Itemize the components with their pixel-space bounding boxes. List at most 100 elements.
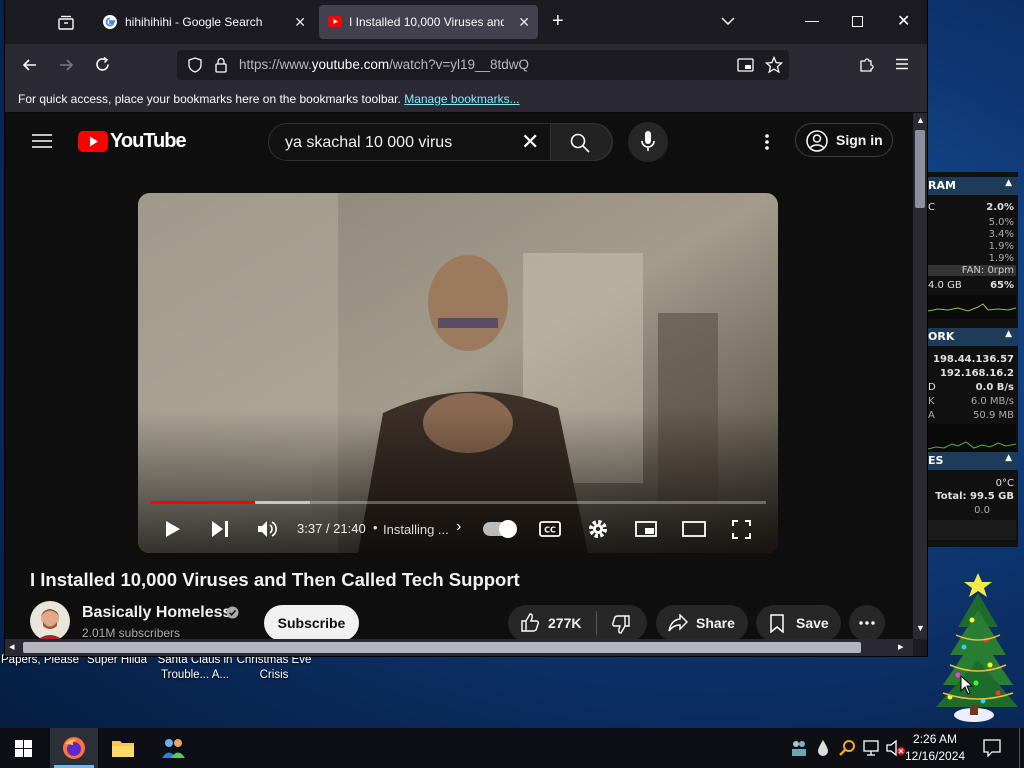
firefox-icon — [63, 737, 85, 759]
tray-droplet-icon[interactable] — [817, 739, 829, 757]
new-tab-icon[interactable]: + — [552, 10, 564, 33]
bookmarks-hint: For quick access, place your bookmarks h… — [18, 92, 401, 106]
search-button[interactable] — [550, 123, 612, 161]
firefox-window: hihihihihi - Google Search ✕ I Installed… — [5, 0, 927, 656]
thumbs-up-icon[interactable] — [520, 613, 540, 633]
theater-mode-icon[interactable] — [682, 521, 706, 537]
tab-overview-icon[interactable] — [58, 14, 74, 30]
search-input[interactable]: ya skachal 10 000 virus — [285, 134, 452, 152]
settings-gear-icon[interactable] — [587, 518, 609, 540]
hamburger-menu-icon[interactable] — [32, 133, 52, 149]
vertical-scrollbar[interactable]: ▲ ▼ — [913, 113, 927, 639]
chapter-separator: • — [373, 520, 378, 535]
video-player[interactable]: 3:37 / 21:40 • Installing ... › CC — [138, 193, 778, 553]
save-button[interactable]: Save — [756, 605, 841, 639]
reload-icon[interactable] — [94, 56, 111, 73]
scroll-left-icon[interactable]: ◂ — [9, 640, 15, 653]
youtube-favicon-icon — [328, 16, 342, 27]
widget-row: K 6.0 MB/s — [928, 396, 1014, 407]
miniplayer-icon[interactable] — [635, 521, 657, 537]
share-button[interactable]: Share — [656, 605, 748, 639]
chevron-down-icon[interactable] — [721, 16, 735, 26]
taskbar-file-explorer[interactable] — [99, 728, 147, 768]
hscroll-thumb[interactable] — [23, 642, 861, 653]
tray-network-people-icon[interactable] — [790, 739, 808, 757]
scroll-up-icon[interactable]: ▲ — [916, 115, 925, 125]
chapter-title[interactable]: Installing ... — [383, 522, 449, 537]
tray-network-icon[interactable] — [862, 739, 880, 757]
collapse-icon[interactable]: ▲ — [1005, 453, 1012, 463]
chapter-chevron-icon[interactable]: › — [456, 518, 461, 536]
tray-volume-muted-icon[interactable] — [886, 739, 906, 757]
channel-avatar[interactable] — [30, 601, 70, 639]
scroll-right-icon[interactable]: ▸ — [898, 640, 904, 653]
close-window-icon[interactable]: ✕ — [897, 11, 910, 31]
google-icon — [103, 15, 117, 29]
collapse-icon[interactable]: ▲ — [1005, 329, 1012, 339]
tray-search-icon[interactable] — [838, 739, 856, 757]
minimize-icon[interactable]: — — [805, 12, 819, 28]
tab-youtube[interactable]: I Installed 10,000 Viruses and Th ✕ — [319, 5, 538, 39]
widget-row: 1.9% — [988, 253, 1014, 264]
desktop-icon-christmas-eve-crisis[interactable]: Christmas Eve Crisis — [234, 653, 314, 683]
close-tab-icon[interactable]: ✕ — [518, 14, 530, 31]
search-box[interactable]: ya skachal 10 000 virus ✕ — [268, 123, 613, 161]
notifications-icon[interactable] — [983, 739, 1001, 757]
more-actions-button[interactable] — [849, 605, 885, 639]
widget-row: 4.0 GB 65% — [928, 280, 1014, 291]
tab-google-search[interactable]: hihihihihi - Google Search ✕ — [94, 5, 314, 39]
clock-date: 12/16/2024 — [905, 749, 966, 763]
share-icon — [668, 614, 688, 632]
people-icon — [162, 739, 185, 758]
close-tab-icon[interactable]: ✕ — [294, 14, 306, 31]
subscribe-button[interactable]: Subscribe — [264, 605, 359, 639]
lock-icon[interactable] — [214, 57, 228, 73]
extensions-icon[interactable] — [858, 56, 875, 73]
volume-icon[interactable] — [257, 519, 279, 539]
desktop-icon-santa-claus[interactable]: Santa Claus in Trouble... A... — [155, 653, 235, 683]
scroll-thumb[interactable] — [915, 130, 925, 208]
autoplay-toggle[interactable] — [483, 520, 517, 538]
channel-name[interactable]: Basically Homeless — [82, 604, 231, 622]
widget-row: Total: 99.5 GB — [935, 491, 1014, 502]
sign-in-button[interactable]: Sign in — [795, 123, 893, 157]
taskbar-clock[interactable]: 2:26 AM 12/16/2024 — [905, 731, 965, 765]
mouse-cursor-icon — [960, 675, 974, 695]
show-desktop-button[interactable] — [1019, 728, 1020, 768]
thumbs-down-icon[interactable] — [611, 614, 631, 634]
collapse-icon[interactable]: ▲ — [1005, 178, 1012, 188]
maximize-icon[interactable] — [852, 16, 863, 27]
played-bar — [150, 501, 255, 504]
more-options-icon[interactable] — [764, 133, 770, 151]
back-icon[interactable] — [22, 57, 38, 73]
time-display: 3:37 / 21:40 — [297, 521, 366, 536]
captions-icon[interactable]: CC — [539, 521, 561, 537]
horizontal-scrollbar[interactable]: ◂ ▸ — [5, 639, 913, 656]
next-icon[interactable] — [211, 520, 229, 538]
manage-bookmarks-link[interactable]: Manage bookmarks... — [404, 92, 519, 106]
menu-icon[interactable] — [895, 58, 909, 70]
christmas-tree-icon — [936, 573, 1018, 722]
taskbar-app[interactable] — [148, 728, 196, 768]
url-bar[interactable]: https://www.youtube.com/watch?v=yl19__8t… — [177, 50, 789, 80]
tab-title: hihihihihi - Google Search — [125, 15, 263, 29]
bookmark-star-icon[interactable] — [765, 56, 783, 74]
youtube-logo-text: YouTube — [110, 130, 187, 152]
voice-search-button[interactable] — [628, 122, 668, 162]
windows-start-icon[interactable] — [15, 740, 32, 757]
fullscreen-icon[interactable] — [732, 520, 751, 539]
like-count[interactable]: 277K — [548, 615, 581, 631]
taskbar-firefox[interactable] — [50, 728, 98, 768]
picture-in-picture-icon[interactable] — [737, 57, 754, 73]
search-icon — [570, 133, 590, 153]
shield-icon[interactable] — [187, 57, 203, 73]
progress-bar[interactable] — [150, 501, 766, 504]
ram-graph — [928, 295, 1016, 319]
play-icon[interactable] — [165, 520, 181, 538]
forward-icon[interactable] — [58, 57, 74, 73]
url-text[interactable]: https://www.youtube.com/watch?v=yl19__8t… — [239, 57, 529, 72]
scroll-down-icon[interactable]: ▼ — [916, 623, 925, 633]
youtube-logo[interactable]: YouTube — [78, 130, 187, 152]
clear-search-icon[interactable]: ✕ — [521, 129, 539, 155]
toggle-knob — [499, 520, 517, 538]
